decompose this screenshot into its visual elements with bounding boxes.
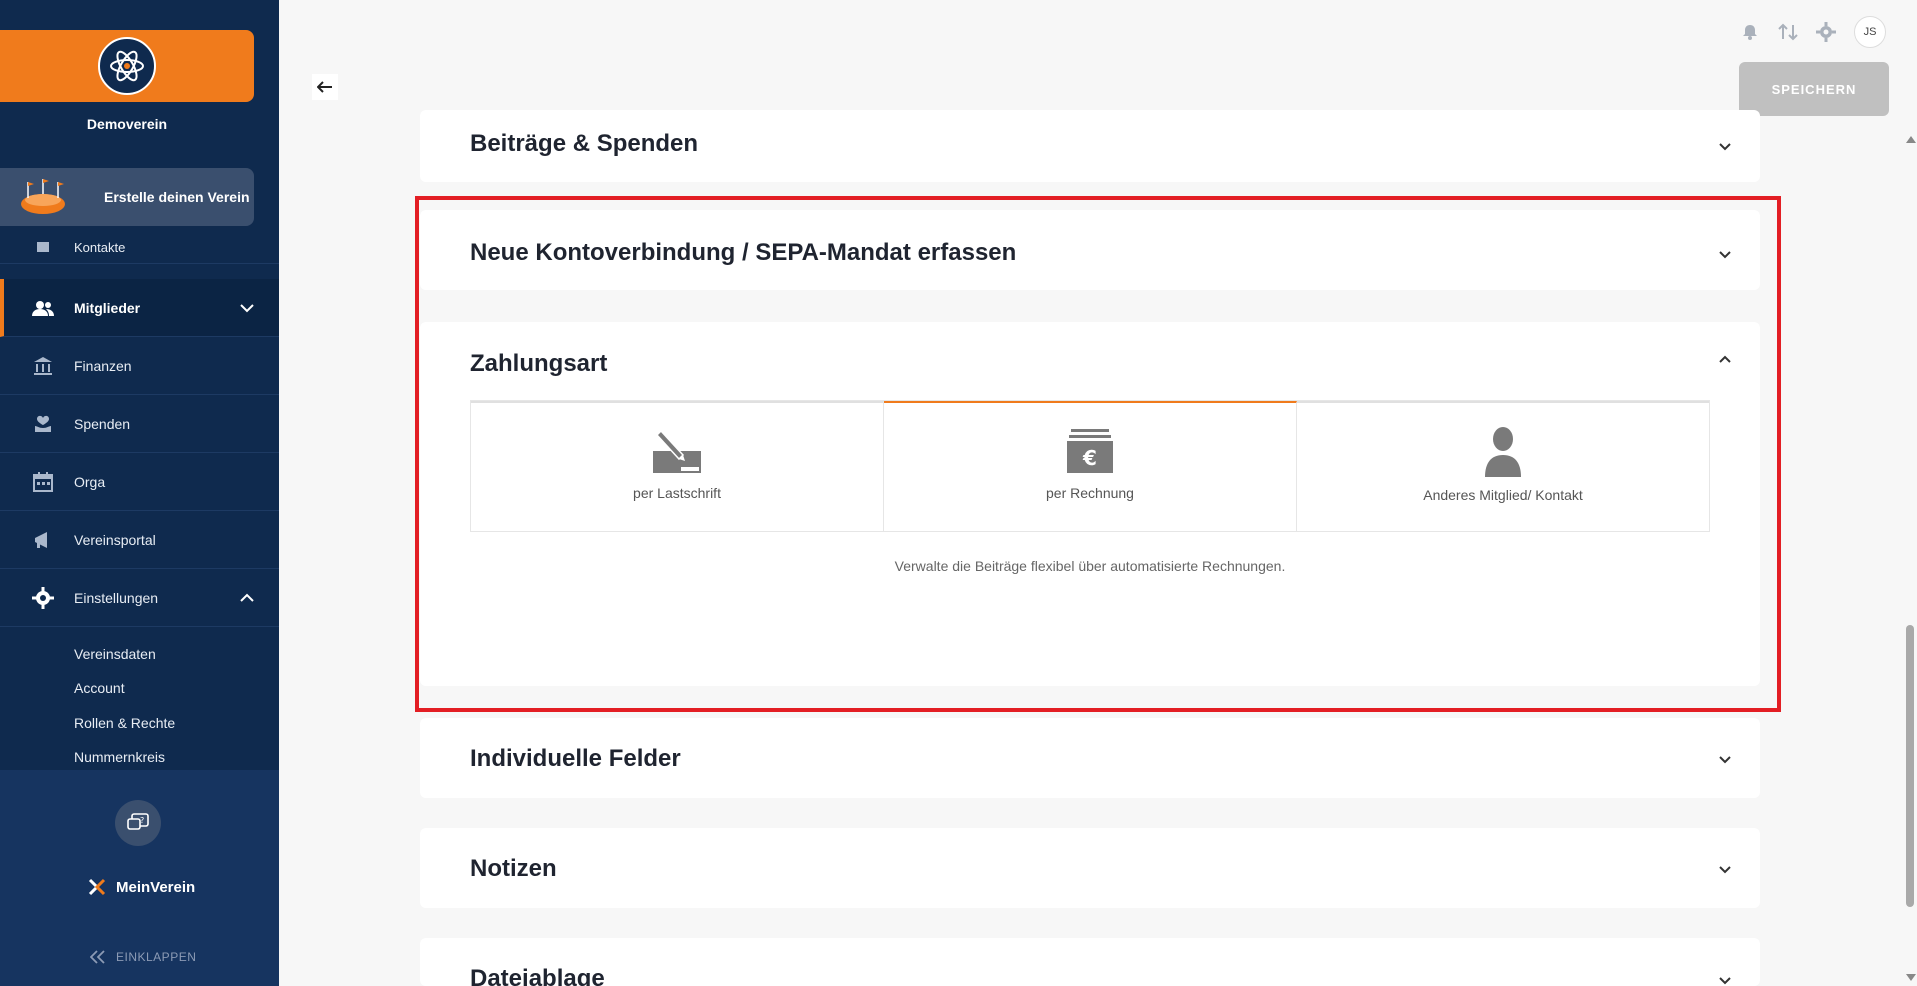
sidebar-item-einstellungen[interactable]: Einstellungen [0,569,279,627]
contacts-icon [32,236,54,258]
sidebar-item-label: Mitglieder [74,299,141,316]
meinverein-brand: MeinVerein [116,878,196,896]
create-club-button[interactable]: Erstelle deinen Verein [0,168,254,226]
bell-icon[interactable] [1740,22,1760,42]
sidebar-item-label: Kontakte [74,240,126,255]
sidebar-item-label: Einstellungen [74,589,159,606]
top-toolbar: JS [1740,16,1886,48]
section-beitraege[interactable]: Beiträge & Spenden [420,110,1760,182]
chevron-down-icon[interactable] [1718,863,1732,877]
section-title: Notizen [470,855,557,882]
bank-icon [32,355,54,377]
section-notizen[interactable]: Notizen [420,828,1760,908]
section-dateiablage[interactable]: Dateiablage [420,938,1760,986]
sidebar-item-vereinsportal[interactable]: Vereinsportal [0,511,279,569]
help-button[interactable]: ? [115,800,161,846]
sidebar-item-label: Finanzen [74,357,132,374]
members-icon [32,297,54,319]
settings-sub-nummernkreis[interactable]: Nummernkreis [74,749,165,765]
club-logo-icon[interactable] [98,37,156,95]
meinverein-logo-icon [88,878,106,896]
sidebar-item-label: Orga [74,473,106,490]
collapse-label: EINKLAPPEN [116,950,197,964]
settings-gear-icon[interactable] [1816,22,1836,42]
scroll-down-arrow[interactable] [1906,974,1916,981]
back-button[interactable] [312,74,338,100]
highlight-frame [415,196,1781,712]
section-title: Dateiablage [470,965,605,986]
arrow-left-icon [317,81,332,93]
double-chevron-left-icon [90,950,105,964]
save-button[interactable]: SPEICHERN [1739,62,1889,116]
sidebar: Demoverein Erstelle deinen Verein Kontak… [0,0,279,986]
sidebar-item-spenden[interactable]: Spenden [0,395,279,453]
create-club-label: Erstelle deinen Verein [104,189,250,205]
sidebar-item-orga[interactable]: Orga [0,453,279,511]
section-title: Individuelle Felder [470,745,681,772]
sidebar-item-label: Spenden [74,415,131,432]
chevron-down-icon[interactable] [1718,140,1732,154]
megaphone-icon [32,529,54,551]
stadium-icon [21,179,65,214]
svg-text:?: ? [140,816,144,825]
calendar-icon [32,471,54,493]
user-avatar[interactable]: JS [1854,16,1886,48]
chevron-down-icon[interactable] [1718,753,1732,767]
section-individuelle-felder[interactable]: Individuelle Felder [420,718,1760,798]
chevron-down-icon[interactable] [1718,974,1732,986]
sidebar-item-kontakte[interactable]: Kontakte [0,226,279,264]
donation-icon [32,413,54,435]
scrollbar-thumb[interactable] [1906,625,1914,907]
collapse-sidebar-button[interactable]: EINKLAPPEN [90,950,196,964]
sidebar-item-label: Vereinsportal [74,531,156,548]
club-name: Demoverein [86,116,168,132]
gear-icon [32,586,54,609]
scroll-up-arrow[interactable] [1906,136,1916,143]
sidebar-item-finanzen[interactable]: Finanzen [0,337,279,395]
chevron-down-icon[interactable] [239,300,255,316]
chevron-up-icon[interactable] [239,590,255,606]
settings-sub-vereinsdaten[interactable]: Vereinsdaten [74,646,156,662]
meinverein-logo: MeinVerein [86,876,195,898]
sidebar-item-mitglieder[interactable]: Mitglieder [0,279,279,337]
chat-help-icon: ? [127,813,149,830]
sort-arrows-icon[interactable] [1778,22,1798,42]
settings-sub-rollen[interactable]: Rollen & Rechte [74,715,175,731]
section-title: Beiträge & Spenden [470,130,699,157]
settings-sub-account[interactable]: Account [74,680,125,696]
